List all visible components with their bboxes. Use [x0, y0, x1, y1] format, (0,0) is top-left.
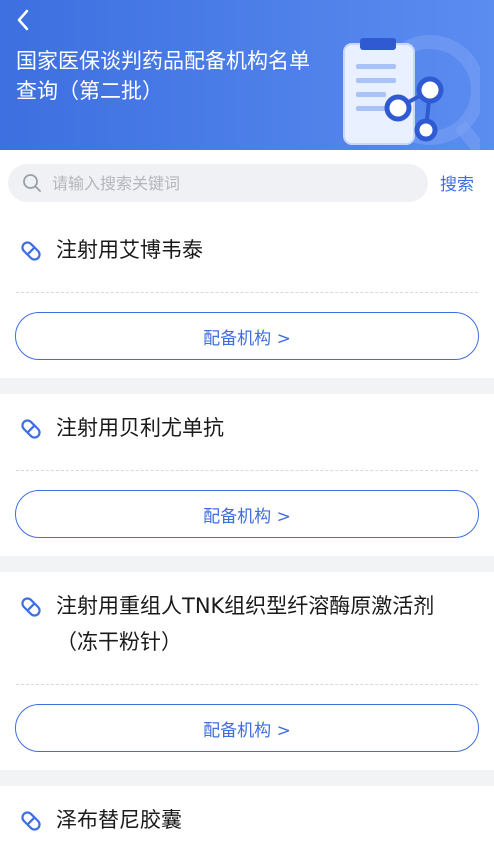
header: 国家医保谈判药品配备机构名单查询（第二批）: [0, 0, 494, 150]
pill-icon: [21, 811, 41, 831]
drug-card: 泽布替尼胶囊: [0, 786, 494, 849]
clipboard-illustration-icon: [343, 35, 480, 150]
pill-icon: [21, 419, 41, 439]
pill-icon: [21, 597, 41, 617]
pill-icon: [21, 241, 41, 261]
chevron-left-icon: [17, 9, 29, 31]
page-title: 国家医保谈判药品配备机构名单查询（第二批）: [16, 49, 310, 103]
drug-name: 注射用艾博韦泰: [56, 238, 203, 262]
search-box[interactable]: [8, 164, 428, 202]
drug-name: 注射用重组人TNK组织型纤溶酶原激活剂（冻干粉针）: [56, 594, 435, 654]
divider: [16, 684, 478, 685]
drug-name: 泽布替尼胶囊: [56, 808, 182, 832]
divider: [16, 292, 478, 293]
drug-card: 注射用重组人TNK组织型纤溶酶原激活剂（冻干粉针） 配备机构 >: [0, 572, 494, 770]
search-input[interactable]: [52, 164, 412, 202]
drug-card: 注射用贝利尤单抗 配备机构 >: [0, 394, 494, 556]
back-button[interactable]: [10, 6, 38, 34]
search-button[interactable]: 搜索: [440, 170, 474, 195]
institution-button[interactable]: 配备机构 >: [15, 312, 479, 360]
divider: [16, 470, 478, 471]
institution-button[interactable]: 配备机构 >: [15, 704, 479, 752]
search-icon: [23, 174, 41, 192]
institution-button[interactable]: 配备机构 >: [15, 490, 479, 538]
drug-name: 注射用贝利尤单抗: [56, 416, 224, 440]
search-bar: 搜索: [0, 150, 494, 216]
drug-card: 注射用艾博韦泰 配备机构 >: [0, 216, 494, 378]
